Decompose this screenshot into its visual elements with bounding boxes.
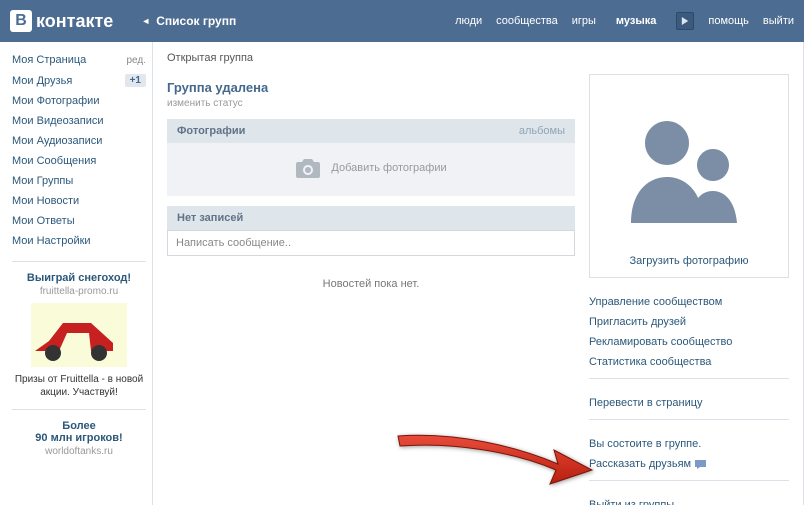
- nav-music[interactable]: музыка: [610, 12, 662, 30]
- logo-text: контакте: [36, 11, 113, 32]
- sidebar-item-audio[interactable]: Мои Аудиозаписи: [6, 131, 152, 151]
- advertise-community-link[interactable]: Рекламировать сообщество: [589, 332, 789, 352]
- sidebar-item-my-page[interactable]: Моя Страница ред.: [6, 50, 152, 70]
- play-icon: [681, 17, 689, 25]
- edit-tag[interactable]: ред.: [126, 55, 146, 66]
- nav-help[interactable]: помощь: [708, 15, 749, 27]
- tell-friends-link[interactable]: Рассказать друзьям: [589, 454, 789, 474]
- convert-to-page-link[interactable]: Перевести в страницу: [589, 393, 789, 413]
- sidebar: Моя Страница ред. Мои Друзья +1 Мои Фотогр…: [0, 42, 152, 505]
- nav-people[interactable]: люди: [455, 15, 482, 27]
- panel-title: Фотографии: [177, 125, 245, 137]
- leave-group-link[interactable]: Выйти из группы: [589, 495, 789, 505]
- group-photo-placeholder: [590, 75, 788, 255]
- sidebar-item-label: Мои Ответы: [12, 215, 75, 227]
- change-status-link[interactable]: изменить статус: [167, 98, 243, 119]
- back-to-groups-link[interactable]: Список групп: [141, 14, 236, 28]
- nav-games[interactable]: игры: [572, 15, 596, 27]
- nav-exit[interactable]: выйти: [763, 15, 794, 27]
- sidebar-item-label: Мои Видеозаписи: [12, 115, 104, 127]
- panel-title: Нет записей: [177, 212, 243, 224]
- sidebar-item-messages[interactable]: Мои Сообщения: [6, 151, 152, 171]
- sidebar-item-groups[interactable]: Мои Группы: [6, 171, 152, 191]
- sidebar-item-label: Мои Фотографии: [12, 95, 99, 107]
- breadcrumb: Открытая группа: [153, 42, 803, 74]
- invite-friends-link[interactable]: Пригласить друзей: [589, 312, 789, 332]
- people-silhouette-icon: [619, 105, 759, 225]
- speech-bubble-icon: [695, 460, 706, 469]
- header: В контакте Список групп люди сообщества …: [0, 0, 804, 42]
- logo-icon: В: [10, 10, 32, 32]
- tell-friends-label: Рассказать друзьям: [589, 458, 691, 470]
- photos-panel: Фотографии альбомы Добавить фотографии: [167, 119, 575, 196]
- ad-title: Выиграй снегоход!: [12, 272, 146, 284]
- upload-photo-link[interactable]: Загрузить фотографию: [630, 255, 749, 267]
- ad-description: Призы от Fruittella - в новой акции. Уча…: [12, 373, 146, 399]
- posts-panel: Нет записей: [167, 206, 575, 230]
- sidebar-item-settings[interactable]: Мои Настройки: [6, 231, 152, 251]
- community-stats-link[interactable]: Статистика сообщества: [589, 352, 789, 372]
- membership-status: Вы состоите в группе.: [589, 434, 789, 454]
- nav-communities[interactable]: сообщества: [496, 15, 558, 27]
- add-photos-link[interactable]: Добавить фотографии: [295, 157, 446, 179]
- count-badge: +1: [125, 74, 146, 87]
- play-button[interactable]: [676, 12, 694, 30]
- ad-block-2[interactable]: Более 90 млн игроков! worldoftanks.ru: [6, 420, 152, 457]
- sidebar-item-label: Мои Аудиозаписи: [12, 135, 102, 147]
- manage-community-link[interactable]: Управление сообществом: [589, 292, 789, 312]
- group-title: Группа удалена: [167, 74, 575, 97]
- sidebar-item-label: Мои Друзья: [12, 75, 72, 87]
- ad-title: Более 90 млн игроков!: [12, 420, 146, 444]
- sidebar-item-videos[interactable]: Мои Видеозаписи: [6, 111, 152, 131]
- sidebar-item-label: Моя Страница: [12, 54, 86, 66]
- camera-icon: [295, 157, 321, 179]
- albums-link[interactable]: альбомы: [519, 125, 565, 137]
- sidebar-item-photos[interactable]: Мои Фотографии: [6, 91, 152, 111]
- ad-url: fruittella-promo.ru: [12, 286, 146, 297]
- add-photos-label: Добавить фотографии: [331, 162, 446, 174]
- ad-image: [31, 303, 127, 367]
- compose-input[interactable]: Написать сообщение..: [167, 230, 575, 256]
- management-links: Управление сообществом Пригласить друзей…: [589, 292, 789, 505]
- content: Открытая группа Группа удалена изменить …: [152, 42, 804, 505]
- sidebar-item-label: Мои Настройки: [12, 235, 91, 247]
- top-nav: люди сообщества игры музыка помощь выйти: [455, 12, 794, 30]
- group-photo-box: Загрузить фотографию: [589, 74, 789, 278]
- empty-news-text: Новостей пока нет.: [167, 256, 575, 312]
- sidebar-item-friends[interactable]: Мои Друзья +1: [6, 70, 152, 91]
- sidebar-item-label: Мои Сообщения: [12, 155, 96, 167]
- logo[interactable]: В контакте: [10, 10, 113, 32]
- ad-block-1[interactable]: Выиграй снегоход! fruittella-promo.ru Пр…: [6, 272, 152, 399]
- sidebar-item-news[interactable]: Мои Новости: [6, 191, 152, 211]
- ad-url: worldoftanks.ru: [12, 446, 146, 457]
- sidebar-item-label: Мои Группы: [12, 175, 73, 187]
- sidebar-item-answers[interactable]: Мои Ответы: [6, 211, 152, 231]
- sidebar-item-label: Мои Новости: [12, 195, 79, 207]
